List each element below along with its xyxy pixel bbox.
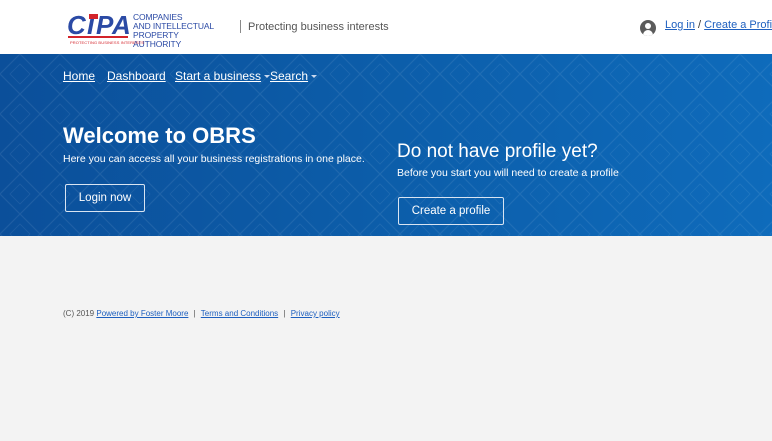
- cipa-logo-mark-icon: C I P A: [66, 11, 130, 40]
- footer-copyright: (C) 2019: [63, 309, 95, 318]
- nav-search[interactable]: Search: [270, 69, 318, 83]
- create-profile-link[interactable]: Create a Profile: [704, 19, 772, 31]
- header-tagline: Protecting business interests: [248, 21, 389, 33]
- svg-text:A: A: [111, 11, 130, 40]
- welcome-title: Welcome to OBRS: [63, 123, 256, 148]
- nav-search-label: Search: [270, 69, 309, 83]
- logo-text-line: PROPERTY AUTHORITY: [133, 30, 182, 49]
- nav-dashboard[interactable]: Dashboard: [107, 69, 166, 83]
- logo-text: COMPANIES AND INTELLECTUAL PROPERTY AUTH…: [133, 13, 216, 49]
- user-avatar-icon: [640, 20, 656, 36]
- nav-home[interactable]: Home: [63, 69, 95, 83]
- hero-banner: Home Dashboard Start a business Search W…: [0, 54, 772, 236]
- login-now-button[interactable]: Login now: [65, 184, 145, 212]
- profile-title: Do not have profile yet?: [397, 141, 598, 162]
- nav-start-business[interactable]: Start a business: [175, 69, 271, 83]
- footer-separator: |: [193, 309, 196, 318]
- auth-links: Log in / Create a Profile: [665, 19, 772, 31]
- footer-separator: |: [283, 309, 286, 318]
- site-header: C I P A COMPANIES AND INTELLECTUAL PROPE…: [0, 0, 772, 54]
- svg-text:C: C: [67, 11, 87, 40]
- profile-subtitle: Before you start you will need to create…: [397, 167, 619, 179]
- create-profile-button[interactable]: Create a profile: [398, 197, 504, 225]
- nav-start-business-label: Start a business: [175, 69, 262, 83]
- logo-tagline: PROTECTING BUSINESS INTERESTS: [70, 40, 145, 45]
- privacy-link[interactable]: Privacy policy: [291, 309, 340, 318]
- login-link[interactable]: Log in: [665, 19, 695, 31]
- cipa-logo[interactable]: C I P A COMPANIES AND INTELLECTUAL PROPE…: [66, 11, 216, 49]
- terms-link[interactable]: Terms and Conditions: [201, 309, 278, 318]
- auth-separator: /: [698, 19, 702, 31]
- powered-by-link[interactable]: Powered by Foster Moore: [96, 309, 188, 318]
- welcome-subtitle: Here you can access all your business re…: [63, 153, 365, 165]
- header-divider: [240, 20, 241, 33]
- site-footer: (C) 2019 Powered by Foster Moore | Terms…: [63, 309, 340, 318]
- caret-down-icon: [311, 75, 318, 79]
